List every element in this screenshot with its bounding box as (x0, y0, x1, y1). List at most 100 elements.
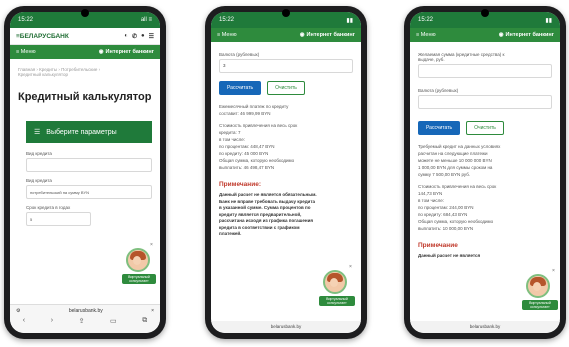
internet-banking-button[interactable]: ◉ Интернет банкинг (499, 32, 554, 38)
user-icon: ◉ (498, 32, 504, 38)
camera-notch (282, 9, 290, 17)
virtual-assistant-label[interactable]: Виртуальный консультант (319, 296, 355, 306)
browser-bar: ⚙ belarusbank.by × ‹ › ⇪ ▭ ⧉ (10, 304, 160, 333)
field2-label: Валюта (рублевых) (418, 88, 459, 93)
result-line: Требуемый кредит на данных условиях (418, 144, 501, 149)
calculate-button[interactable]: Рассчитать (219, 81, 262, 95)
virtual-assistant-label[interactable]: Виртуальный консультант (522, 300, 558, 310)
status-time: 15:22 (418, 17, 434, 23)
header: ≡БЕЛАРУСБАНК ◐ ✆ ● ☰ (10, 28, 160, 45)
camera-notch (481, 9, 489, 17)
virtual-assistant-label[interactable]: Виртуальный консультант (122, 274, 156, 284)
nav-bar: ≡ Меню ◉ Интернет банкинг (211, 28, 361, 42)
assistant-avatar[interactable] (126, 248, 150, 272)
phone-icon[interactable]: ✆ (132, 33, 137, 40)
list-icon: ☰ (34, 129, 41, 136)
results-block: Требуемый кредит на данных условиях расч… (418, 143, 552, 232)
phone-mockup-1: 15:22 all ≡ ≡БЕЛАРУСБАНК ◐ ✆ ● ☰ ≡ Меню … (4, 6, 166, 339)
result-line: выплатить: 46 498,47 BYN (219, 165, 275, 170)
phone-screen-2: 15:22 ▮▮ ≡ Меню ◉ Интернет банкинг Валют… (211, 12, 361, 333)
field1-label: Желаемая сумма (кредитные средства) к вы… (418, 52, 505, 62)
bookmarks-icon[interactable]: ▭ (110, 317, 117, 325)
results-block: Ежемесячный платеж по кредиту составит: … (219, 103, 353, 171)
close-icon[interactable]: × (552, 268, 555, 274)
reset-button[interactable]: Очистить (466, 121, 504, 135)
tune-icon[interactable]: ⚙ (16, 308, 20, 314)
result-line: Ежемесячный платеж по кредиту (219, 104, 289, 109)
menu-icon[interactable]: ☰ (149, 33, 154, 40)
loan-term-field[interactable]: 5 (26, 212, 91, 226)
field-label: Валюта (рублевых) (219, 52, 260, 57)
button-row: Рассчитать Очистить (219, 81, 353, 95)
loan-type-value: потребительский на сумму BYN (30, 189, 90, 195)
phone-screen-3: 15:22 ▮▮ ≡ Меню ◉ Интернет банкинг Желае… (410, 12, 560, 333)
forward-icon[interactable]: › (51, 317, 53, 325)
result-line: в том числе: (219, 137, 245, 142)
result-line: составит: 46 999,99 BYN (219, 111, 271, 116)
button-row: Рассчитать Очистить (418, 121, 552, 135)
note-text: Данный расчет не является (418, 253, 481, 258)
signal-icon: ▮▮ (545, 17, 552, 24)
phone-screen-1: 15:22 all ≡ ≡БЕЛАРУСБАНК ◐ ✆ ● ☰ ≡ Меню … (10, 12, 160, 333)
menu-button[interactable]: ≡ Меню (217, 32, 237, 38)
page-title: Кредитный калькулятор (18, 91, 152, 103)
result-line: по процентам: 448,47 BYN (219, 144, 275, 149)
desired-amount-field[interactable] (418, 64, 552, 78)
breadcrumb: Главная › Кредиты › Потребительские › Кр… (18, 67, 152, 77)
amount-field[interactable]: 3 (219, 59, 353, 73)
result-line: Общая сумма, которую необходимо (418, 219, 494, 224)
result-line: 144,73 BYN (418, 191, 443, 196)
select-params-label: Выберите параметры (46, 128, 117, 136)
menu-button[interactable]: ≡ Меню (16, 49, 36, 55)
location-icon[interactable]: ● (141, 33, 145, 40)
assistant-avatar[interactable] (323, 270, 347, 294)
internet-banking-label: Интернет банкинг (306, 32, 355, 38)
nav-bar: ≡ Меню ◉ Интернет банкинг (10, 45, 160, 59)
url-text: belarusbank.by (270, 324, 302, 329)
notes-title: Примечание (418, 242, 458, 249)
breadcrumb-line-2: Кредитный калькулятор (18, 72, 69, 77)
share-icon[interactable]: ⇪ (79, 317, 85, 325)
nav-bar: ≡ Меню ◉ Интернет банкинг (410, 28, 560, 42)
currency-field[interactable] (418, 95, 552, 109)
tabs-icon[interactable]: ⧉ (142, 317, 147, 325)
result-line: Общая сумма, которую необходимо (219, 158, 295, 163)
result-line: в том числе: (418, 198, 444, 203)
notes-title: Примечание: (219, 181, 261, 188)
close-icon[interactable]: × (349, 264, 352, 270)
status-icons: all ≡ (140, 17, 152, 23)
url-bar[interactable]: belarusbank.by (410, 321, 560, 333)
header-icons: ◐ ✆ ● ☰ (124, 33, 154, 40)
internet-banking-button[interactable]: ◉ Интернет банкинг (99, 49, 154, 55)
bank-logo[interactable]: ≡БЕЛАРУСБАНК (16, 33, 69, 40)
reset-button[interactable]: Очистить (267, 81, 305, 95)
url-bar[interactable]: belarusbank.by (211, 321, 361, 333)
close-tab-icon[interactable]: × (151, 308, 154, 314)
calculate-button[interactable]: Рассчитать (418, 121, 461, 135)
camera-notch (81, 9, 89, 17)
close-icon[interactable]: × (150, 242, 153, 248)
page-content: Валюта (рублевых) 3 Рассчитать Очистить … (211, 42, 361, 242)
internet-banking-label: Интернет банкинг (105, 49, 154, 55)
page-content: Главная › Кредиты › Потребительские › Кр… (10, 59, 160, 230)
amount-value: 3 (223, 63, 226, 68)
loan-type-select[interactable]: потребительский на сумму BYN (26, 185, 152, 199)
result-line: по кредиту: 684,43 BYN (418, 212, 468, 217)
url-text: belarusbank.by (469, 324, 501, 329)
result-line: расчитан на следующие платежи (418, 151, 488, 156)
internet-banking-label: Интернет банкинг (505, 32, 554, 38)
back-icon[interactable]: ‹ (23, 317, 25, 325)
loan-type-field[interactable] (26, 158, 152, 172)
user-icon: ◉ (299, 32, 305, 38)
select-params-button[interactable]: ☰ Выберите параметры (26, 121, 152, 143)
assistant-avatar[interactable] (526, 274, 550, 298)
status-time: 15:22 (219, 17, 235, 23)
status-time: 15:22 (18, 17, 34, 23)
url-text[interactable]: belarusbank.by (69, 308, 103, 314)
accessibility-icon[interactable]: ◐ (124, 33, 128, 40)
internet-banking-button[interactable]: ◉ Интернет банкинг (300, 32, 355, 38)
note-text: Данный расчет не является обязательным. … (219, 192, 317, 236)
loan-term-value: 5 (30, 216, 33, 222)
page-content: Желаемая сумма (кредитные средства) к вы… (410, 42, 560, 264)
menu-button[interactable]: ≡ Меню (416, 32, 436, 38)
